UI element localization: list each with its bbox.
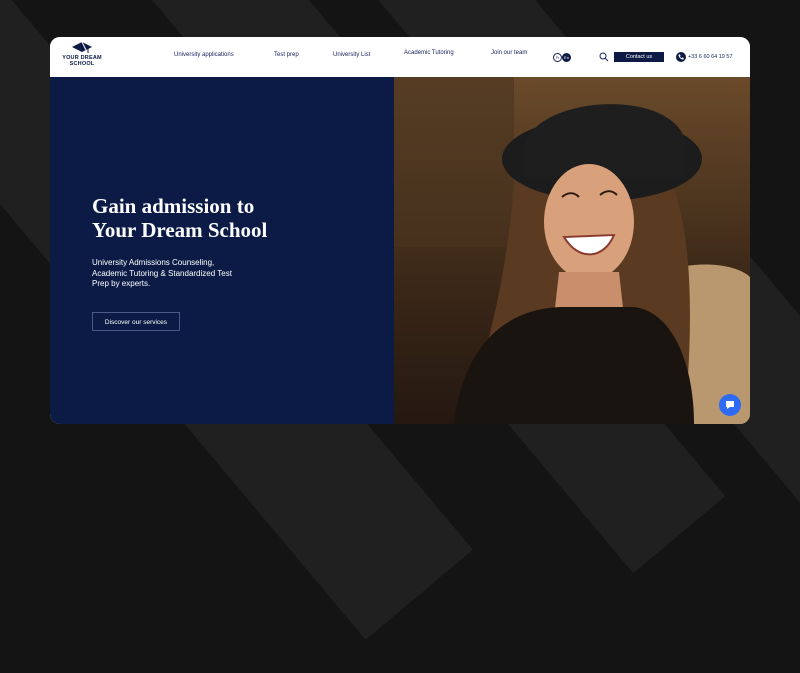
hero-title-line2: Your Dream School — [92, 218, 268, 242]
hero-panel: Gain admission to Your Dream School Univ… — [50, 77, 394, 424]
chat-icon — [726, 401, 734, 409]
graduation-cap-icon — [72, 41, 92, 53]
chat-button[interactable] — [719, 394, 741, 416]
nav-academic-tutoring[interactable]: Academic Tutoring — [404, 50, 454, 56]
hero-subtitle: University Admissions Counseling, Academ… — [92, 258, 232, 288]
smiling-woman-photo — [394, 77, 750, 424]
nav-university-applications[interactable]: University applications — [174, 52, 234, 58]
nav-join-our-team[interactable]: Join our team — [491, 50, 527, 56]
discover-services-button[interactable]: Discover our services — [92, 312, 180, 331]
logo-text-line2: SCHOOL — [69, 61, 95, 67]
contact-us-button[interactable]: Contact us — [614, 52, 664, 62]
language-fr-button[interactable]: Fr — [553, 53, 562, 62]
hero-image — [394, 77, 750, 424]
phone-number[interactable]: +33 6 60 64 19 57 — [688, 54, 733, 60]
phone-icon[interactable] — [676, 52, 686, 62]
nav-test-prep[interactable]: Test prep — [274, 52, 299, 58]
nav-university-list[interactable]: University List — [333, 52, 370, 58]
browser-window: YOUR DREAM SCHOOL University application… — [50, 37, 750, 424]
hero-title-line1: Gain admission to — [92, 194, 255, 218]
search-icon[interactable] — [599, 52, 609, 62]
hero-title: Gain admission to Your Dream School — [92, 194, 352, 242]
language-en-button[interactable]: En — [562, 53, 571, 62]
top-navigation: YOUR DREAM SCHOOL University application… — [50, 37, 750, 78]
site-logo[interactable]: YOUR DREAM SCHOOL — [60, 41, 104, 75]
